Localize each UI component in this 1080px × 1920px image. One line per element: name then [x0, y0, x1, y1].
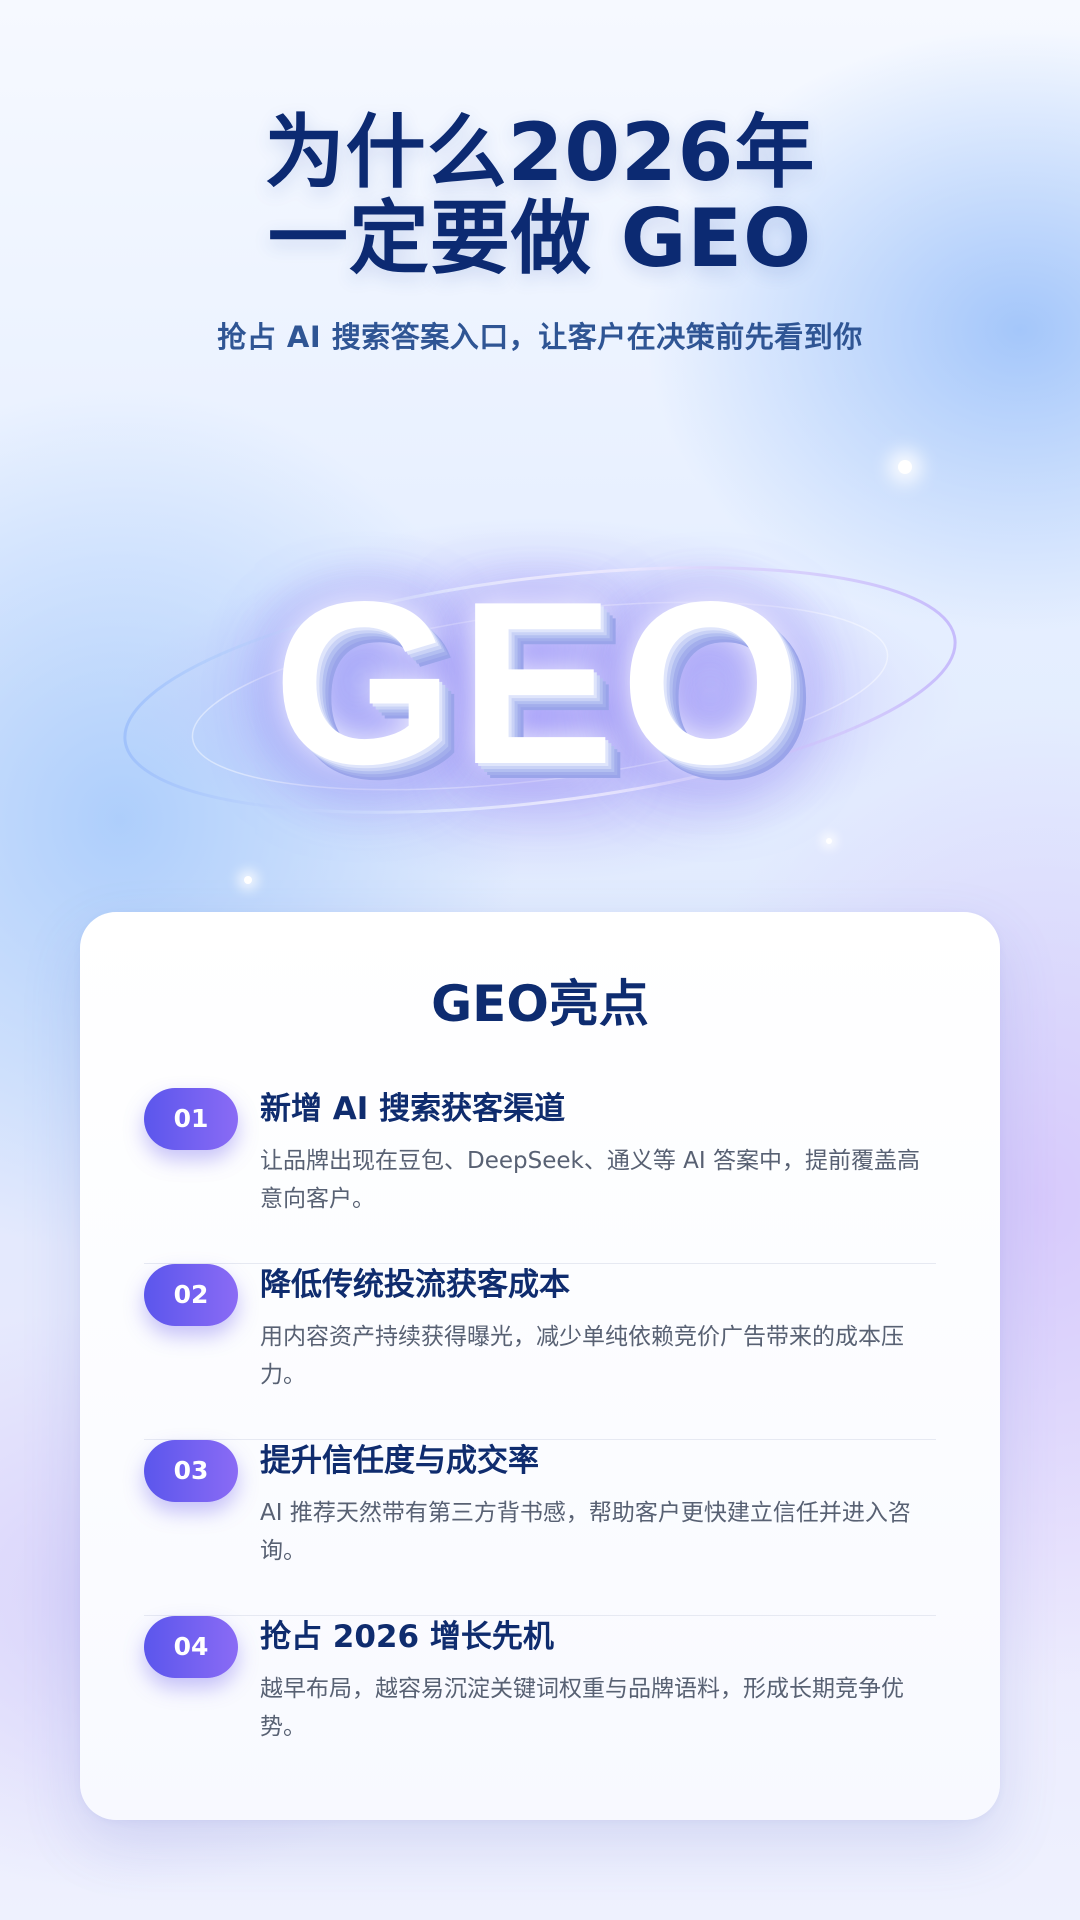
- highlight-title: 抢占 2026 增长先机: [260, 1619, 554, 1655]
- highlight-description: 用内容资产持续获得曝光，减少单纯依赖竞价广告带来的成本压力。: [260, 1324, 904, 1388]
- number-badge: 01: [144, 1088, 238, 1150]
- geo-logo-3d: GEO: [273, 554, 807, 813]
- page-title-line-1: 为什么2026年: [264, 106, 816, 199]
- highlight-description: 越早布局，越容易沉淀关键词权重与品牌语料，形成长期竞争优势。: [260, 1676, 904, 1740]
- highlight-title: 提升信任度与成交率: [260, 1443, 539, 1479]
- highlight-item: 01 新增 AI 搜索获客渠道 让品牌出现在豆包、DeepSeek、通义等 AI…: [144, 1088, 936, 1264]
- page-subtitle: 抢占 AI 搜索答案入口，让客户在决策前先看到你: [217, 320, 863, 354]
- highlight-item: 02 降低传统投流获客成本 用内容资产持续获得曝光，减少单纯依赖竞价广告带来的成…: [144, 1264, 936, 1440]
- highlights-title: GEO亮点: [431, 975, 649, 1033]
- highlight-title: 新增 AI 搜索获客渠道: [260, 1091, 566, 1127]
- highlight-description: 让品牌出现在豆包、DeepSeek、通义等 AI 答案中，提前覆盖高意向客户。: [260, 1148, 920, 1212]
- highlights-card: GEO亮点 01 新增 AI 搜索获客渠道 让品牌出现在豆包、DeepSeek、…: [80, 912, 1000, 1820]
- page-title-line-2: 一定要做 GEO: [267, 192, 813, 285]
- sparkle-decoration: [898, 460, 912, 474]
- page-header: 为什么2026年 一定要做 GEO 抢占 AI 搜索答案入口，让客户在决策前先看…: [0, 110, 1080, 356]
- highlight-item: 04 抢占 2026 增长先机 越早布局，越容易沉淀关键词权重与品牌语料，形成长…: [144, 1616, 936, 1792]
- highlight-item: 03 提升信任度与成交率 AI 推荐天然带有第三方背书感，帮助客户更快建立信任并…: [144, 1440, 936, 1616]
- number-badge: 02: [144, 1264, 238, 1326]
- number-badge: 03: [144, 1440, 238, 1502]
- geo-hero-graphic: GEO: [0, 500, 1080, 860]
- sparkle-decoration: [244, 876, 252, 884]
- number-badge: 04: [144, 1616, 238, 1678]
- highlight-title: 降低传统投流获客成本: [260, 1267, 570, 1303]
- highlight-description: AI 推荐天然带有第三方背书感，帮助客户更快建立信任并进入咨询。: [260, 1500, 911, 1564]
